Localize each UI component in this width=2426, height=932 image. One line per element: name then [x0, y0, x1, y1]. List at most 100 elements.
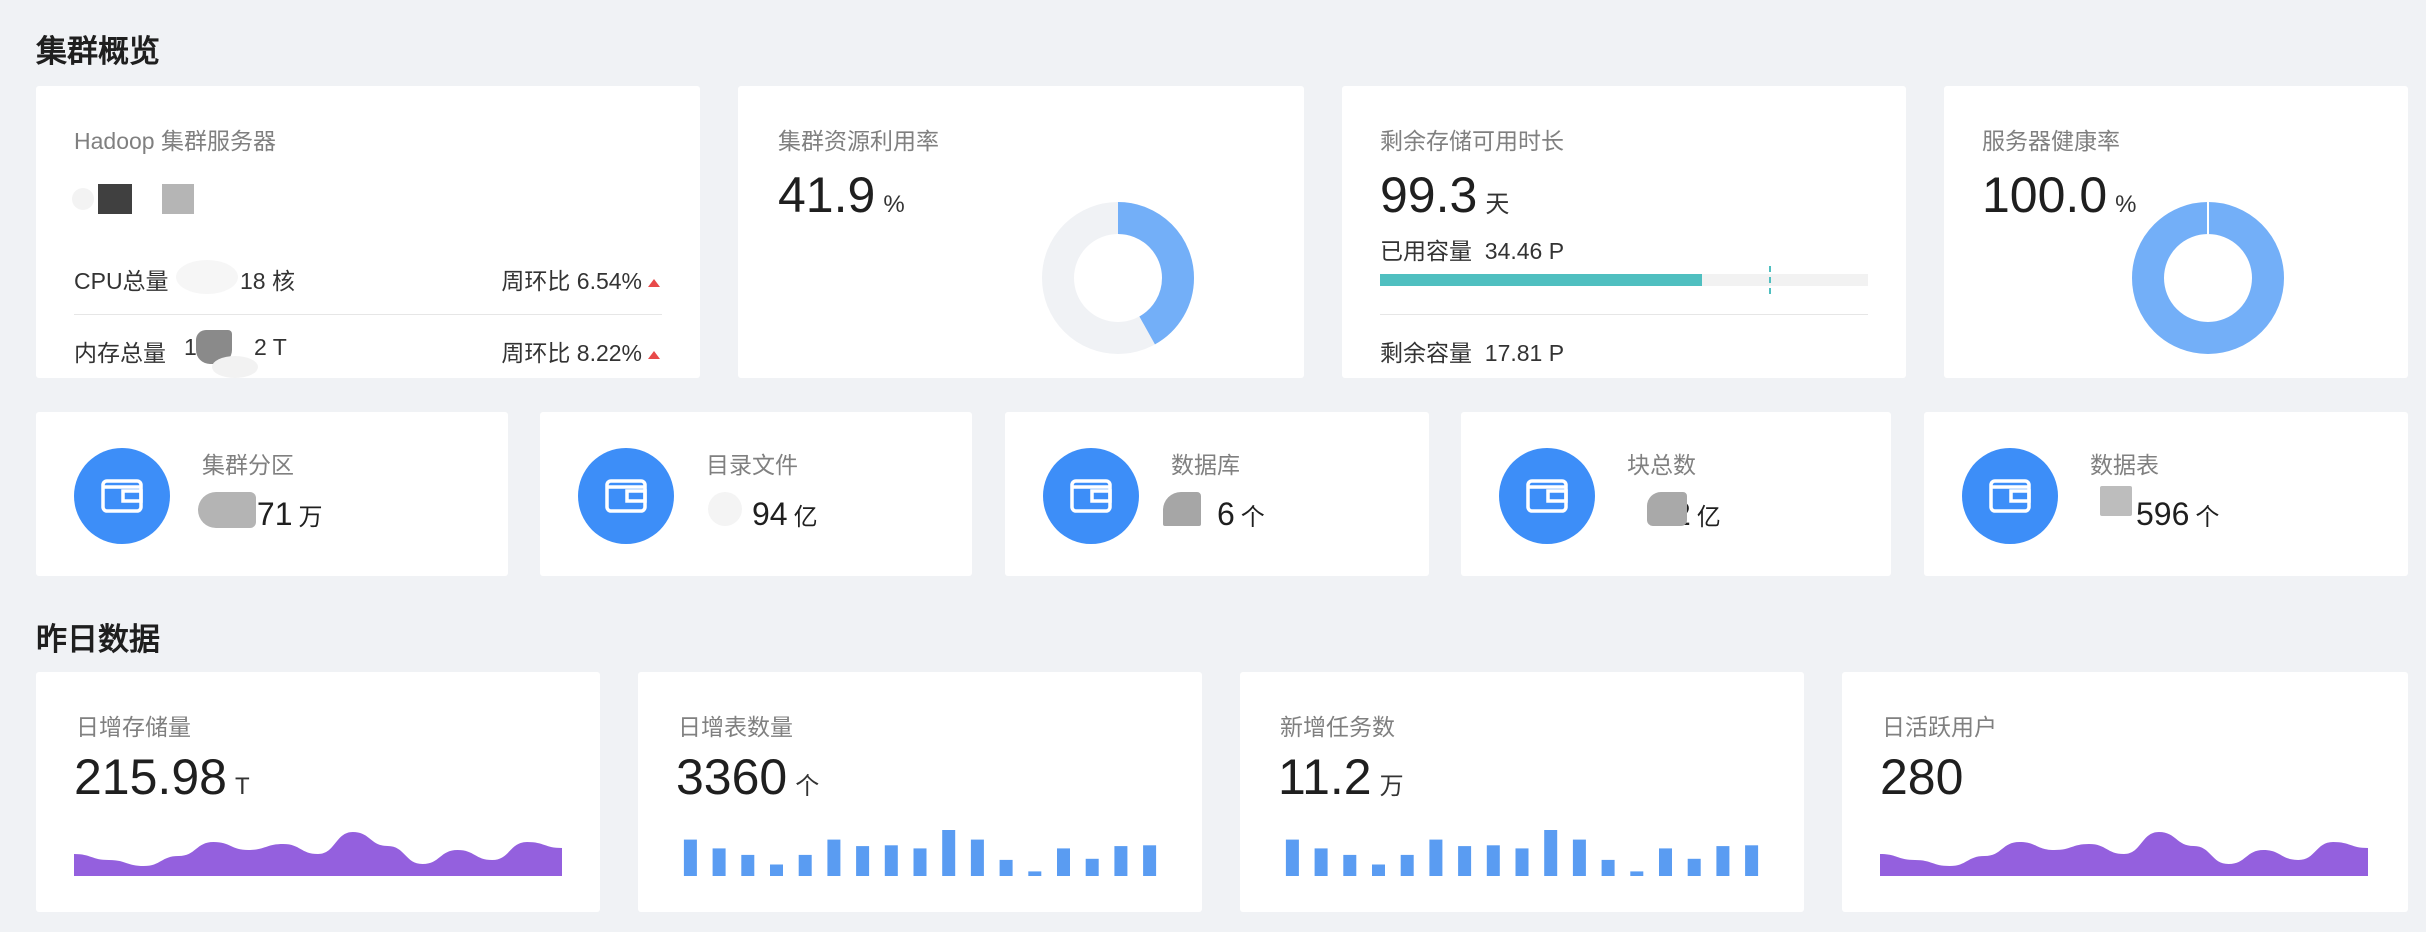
stat-card: 目录文件 94 亿 [540, 412, 972, 576]
stat-value: .71 万 [248, 496, 323, 532]
bar [741, 854, 755, 876]
bar [1544, 830, 1558, 876]
capacity-bar-fill [1380, 274, 1703, 286]
stat-label: 块总数 [1627, 452, 1696, 478]
hadoop-card: Hadoop 集群服务器 CPU总量 18 核 周环比 6.54% 内存总量 1… [36, 86, 700, 378]
bar [1085, 858, 1099, 876]
bar [1745, 845, 1759, 876]
bar [1659, 848, 1672, 876]
bar [1486, 845, 1500, 876]
remaining-capacity: 剩余容量 17.81 P [1380, 340, 1565, 366]
stat-icon-circle [1499, 448, 1595, 544]
stat-value: 596 个 [2136, 496, 2220, 532]
stat-card: 集群分区 .71 万 [36, 412, 508, 576]
section-title-overview: 集群概览 [36, 34, 160, 69]
bar [770, 864, 783, 876]
mini-bar-chart [683, 830, 1157, 876]
storage-card-label: 剩余存储可用时长 [1380, 128, 1564, 154]
capacity-marker [1769, 266, 1771, 294]
stat-icon-circle [578, 448, 674, 544]
bar [1515, 848, 1529, 876]
bar [1687, 858, 1701, 876]
stat-icon-circle [74, 448, 170, 544]
stat-card: 块总数 2亿 [1461, 412, 1891, 576]
health-card: 服务器健康率 100.0% [1944, 86, 2408, 378]
daily-stat-label: 日增表数量 [678, 714, 793, 740]
divider [74, 314, 662, 315]
bar [856, 846, 870, 876]
daily-stat-value: 215.98 T [74, 749, 250, 805]
stat-icon-circle [1043, 448, 1139, 544]
server-indicator-dark [98, 184, 132, 214]
bar [884, 845, 898, 876]
memory-total-value-a: 1 [184, 334, 197, 360]
cpu-week-compare: 周环比 6.54% [501, 262, 660, 296]
server-indicator-light [162, 184, 194, 214]
stat-icon-circle [1962, 448, 2058, 544]
daily-stat-label: 新增任务数 [1280, 714, 1395, 740]
mini-area-chart [74, 832, 562, 876]
mini-bar-chart [1285, 830, 1759, 876]
area-series [1880, 832, 2368, 876]
daily-stat-card: 日增表数量 3360 个 [638, 672, 1202, 912]
area-series [74, 832, 562, 876]
stat-card: 数据表 596 个 [1924, 412, 2408, 576]
stat-value: 6个 [1217, 496, 1265, 532]
privacy-mask [708, 492, 742, 526]
bar [1143, 845, 1157, 876]
utilization-value: 41.9% [778, 167, 905, 223]
stat-label: 数据库 [1171, 452, 1240, 478]
up-arrow-icon [648, 350, 660, 359]
utilization-card: 集群资源利用率 41.9% [738, 86, 1304, 378]
wallet-icon [605, 479, 647, 513]
wallet-icon [101, 479, 143, 513]
bar [1630, 871, 1644, 876]
bar [1716, 846, 1730, 876]
daily-stat-card: 日活跃用户 280 [1842, 672, 2408, 912]
bar [1057, 848, 1070, 876]
daily-stat-card: 日增存储量 215.98 T [36, 672, 600, 912]
capacity-bar-track [1380, 274, 1868, 286]
stat-label: 数据表 [2090, 452, 2159, 478]
stat-label: 目录文件 [706, 452, 798, 478]
privacy-mask [2100, 486, 2132, 516]
up-arrow-icon [648, 278, 660, 287]
privacy-mask [198, 492, 256, 528]
stat-label: 集群分区 [202, 452, 294, 478]
storage-card: 剩余存储可用时长 99.3 天 已用容量 34.46 P 剩余容量 17.81 P [1342, 86, 1906, 378]
stat-card: 数据库 6个 [1005, 412, 1429, 576]
health-donut [2132, 202, 2284, 354]
memory-week-compare: 周环比 8.22% [501, 334, 660, 368]
mini-area-chart [1880, 832, 2368, 876]
bar [1429, 839, 1443, 876]
hadoop-card-label: Hadoop 集群服务器 [74, 128, 276, 154]
bar [798, 854, 812, 876]
bar [712, 848, 726, 876]
wallet-icon [1070, 479, 1112, 513]
bar [1372, 864, 1385, 876]
bar [970, 839, 984, 876]
bar [1114, 846, 1128, 876]
bar [1314, 848, 1328, 876]
bar [1458, 846, 1472, 876]
utilization-donut [1042, 202, 1194, 354]
cpu-total-label: CPU总量 [74, 268, 169, 294]
storage-days-value: 99.3 天 [1380, 167, 1510, 223]
bar [827, 839, 841, 876]
health-value: 100.0% [1982, 167, 2137, 223]
stat-value: 94 亿 [752, 496, 818, 532]
wallet-icon [1526, 479, 1568, 513]
privacy-mask [1163, 492, 1201, 526]
divider [1380, 314, 1868, 315]
bar [1285, 839, 1299, 876]
bar [913, 848, 927, 876]
section-title-yesterday: 昨日数据 [36, 622, 160, 657]
bar [1028, 871, 1042, 876]
bar [1343, 854, 1357, 876]
wallet-icon [1989, 479, 2031, 513]
cpu-total-value: 18 核 [240, 268, 295, 294]
health-card-label: 服务器健康率 [1982, 128, 2120, 154]
daily-stat-label: 日活跃用户 [1882, 714, 1997, 740]
daily-stat-label: 日增存储量 [76, 714, 191, 740]
bar [1572, 839, 1586, 876]
